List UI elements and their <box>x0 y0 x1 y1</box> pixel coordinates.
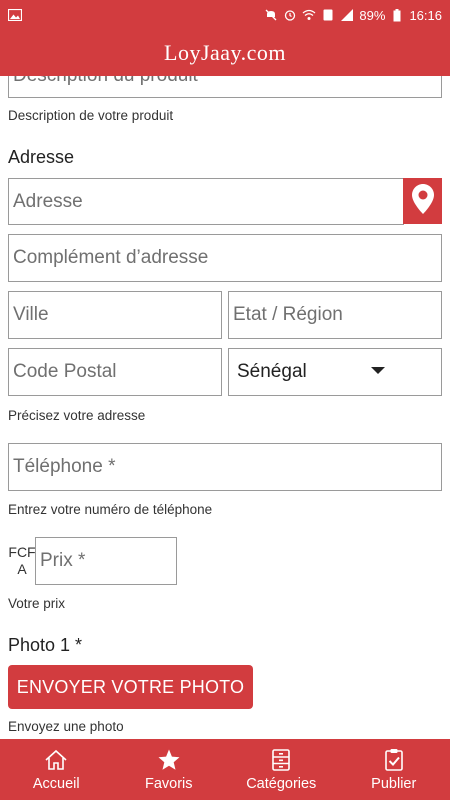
nav-home[interactable]: Accueil <box>0 739 113 800</box>
app-title: LoyJaay.com <box>164 40 286 65</box>
battery-percent: 89% <box>359 7 386 23</box>
phone-help: Entrez votre numéro de téléphone <box>8 502 213 517</box>
app-bar: LoyJaay.com <box>0 30 450 76</box>
battery-icon <box>390 8 404 22</box>
description-input[interactable] <box>9 76 441 97</box>
nav-favorites-label: Favoris <box>144 775 193 792</box>
price-input[interactable] <box>36 538 176 584</box>
location-button[interactable] <box>403 178 442 224</box>
photo-help: Envoyez une photo <box>8 719 124 734</box>
nav-categories[interactable]: Catégories <box>225 739 338 800</box>
home-icon <box>44 748 68 772</box>
phone-input[interactable] <box>9 444 441 490</box>
city-input[interactable] <box>9 292 221 338</box>
status-bar: 89% 16:16 <box>0 0 450 30</box>
address-field[interactable] <box>8 178 404 225</box>
alarm-icon <box>283 8 297 22</box>
upload-photo-button[interactable]: ENVOYER VOTRE PHOTO <box>8 665 253 709</box>
nav-favorites[interactable]: Favoris <box>113 739 226 800</box>
sim-icon <box>321 8 335 22</box>
dropdown-caret-icon <box>371 367 385 374</box>
postal-code-input[interactable] <box>9 349 221 395</box>
currency-label-line1: FCF <box>8 544 36 560</box>
description-field[interactable] <box>8 76 442 98</box>
wifi-icon <box>302 8 316 22</box>
status-right: 89% 16:16 <box>264 8 442 23</box>
address-section-label: Adresse <box>8 147 75 167</box>
country-select[interactable]: Sénégal <box>228 348 442 396</box>
signal-icon <box>340 8 354 22</box>
address-complement-field[interactable] <box>8 234 442 282</box>
currency-label-line2: A <box>17 561 27 577</box>
region-input[interactable] <box>229 292 441 338</box>
clock: 16:16 <box>409 7 442 23</box>
city-field[interactable] <box>8 291 222 339</box>
gallery-notification-icon <box>8 8 22 22</box>
address-input[interactable] <box>9 179 403 224</box>
address-complement-input[interactable] <box>9 235 441 281</box>
nav-home-label: Accueil <box>32 775 80 792</box>
postal-code-field[interactable] <box>8 348 222 396</box>
price-field[interactable] <box>35 537 177 585</box>
star-icon <box>157 748 181 772</box>
description-help: Description de votre produit <box>8 108 174 123</box>
phone-field[interactable] <box>8 443 442 491</box>
publish-icon <box>382 748 406 772</box>
status-left <box>8 8 22 22</box>
nav-categories-label: Catégories <box>246 775 317 792</box>
price-help: Votre prix <box>8 596 66 611</box>
currency-label: FCF A <box>8 544 36 578</box>
nav-publish-label: Publier <box>371 775 417 792</box>
region-field[interactable] <box>228 291 442 339</box>
address-help: Précisez votre adresse <box>8 408 146 423</box>
form-content[interactable]: Description de votre produit Adresse Sén… <box>0 76 450 739</box>
map-pin-icon <box>411 183 434 219</box>
country-selected-value: Sénégal <box>237 361 307 382</box>
nav-publish[interactable]: Publier <box>338 739 450 800</box>
categories-icon <box>269 748 293 772</box>
mute-icon <box>264 8 278 22</box>
bottom-nav: Accueil Favoris Catégories Publier <box>0 739 450 800</box>
photo-label: Photo 1 * <box>8 635 83 655</box>
